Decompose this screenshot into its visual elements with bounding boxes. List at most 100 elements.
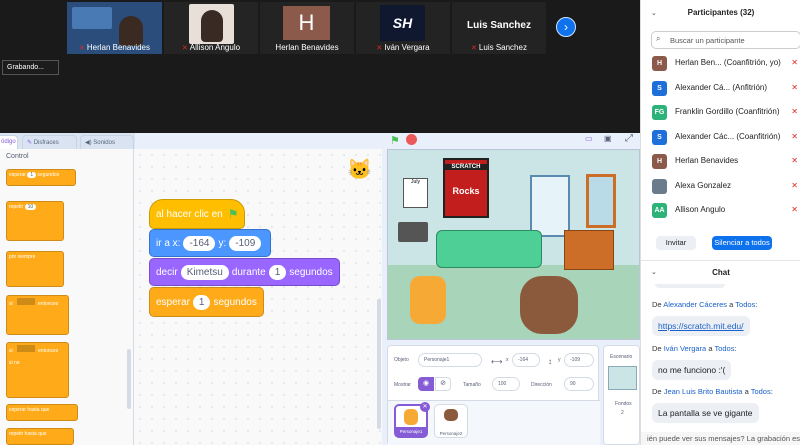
mic-muted-icon[interactable]: ✕ [791, 156, 798, 165]
code-scrollbar[interactable] [377, 299, 381, 429]
stage-thumbnail [608, 366, 637, 390]
category-title: Control [6, 153, 29, 160]
palette-block-if-else[interactable]: si entonces si no [6, 342, 69, 398]
mic-muted-icon[interactable]: ✕ [791, 58, 798, 67]
sprite-tile-1[interactable]: Personaje1 ✕ [394, 402, 430, 438]
show-eye-icon[interactable]: ◉ [418, 377, 434, 391]
avatar: SH [380, 5, 425, 41]
y-arrow-icon: ↕ [548, 357, 552, 366]
direction-field[interactable]: 90 [564, 377, 594, 391]
sprite-name-field[interactable]: Personaje1 [418, 353, 482, 367]
block-palette[interactable]: Control esperar 1 segundos repetir 10 po… [0, 149, 134, 445]
mirror [586, 174, 616, 228]
invite-button[interactable]: Invitar [656, 236, 696, 250]
chat-sender: De Alexander Cáceres a Todos: [652, 300, 758, 309]
small-stage-icon[interactable]: ▭ [585, 134, 593, 143]
palette-block-wait[interactable]: esperar 1 segundos [6, 169, 76, 186]
participant-row[interactable]: FG Franklin Gordillo (Coanfitrión) ✕ [641, 101, 800, 125]
window [530, 175, 570, 237]
participant-row[interactable]: S Alexander Cá... (Anfitrión) ✕ [641, 77, 800, 101]
chat-link[interactable]: https://scratch.mit.edu/ [652, 316, 750, 336]
mic-muted-icon: ✕ [471, 45, 477, 52]
green-flag-icon[interactable]: ⚑ [390, 134, 400, 147]
palette-block-forever[interactable]: por siempre [6, 251, 64, 287]
x-input[interactable]: -164 [183, 235, 216, 251]
chat-prefix: De [652, 300, 662, 309]
avatar: H [652, 56, 667, 71]
block-text: durante [231, 266, 266, 278]
chat-title: Chat [712, 268, 730, 277]
chat-joiner: a [729, 300, 734, 309]
size-field[interactable]: 100 [492, 377, 520, 391]
palette-input: 10 [24, 204, 37, 210]
video-tile-1[interactable]: ✕ Herlan Benavides [67, 2, 162, 54]
calendar-text: July [411, 179, 420, 185]
chat-footer: ién puede ver sus mensajes? La grabación… [641, 432, 800, 445]
message-input[interactable]: Kimetsu [180, 264, 229, 280]
when-flag-clicked-block[interactable]: al hacer clic en ⚑ [149, 199, 246, 229]
participant-search-input[interactable]: Buscar un participante [651, 31, 800, 49]
participant-row[interactable]: Alexa Gonzalez ✕ [641, 175, 800, 199]
video-tile-4[interactable]: SH ✕ Iván Vergara [356, 2, 450, 54]
palette-block-wait-until[interactable]: esperar hasta que [6, 404, 78, 421]
fullscreen-icon[interactable]: ⤢ [625, 133, 633, 144]
tab-sounds[interactable]: ◀) Sonidos [80, 135, 134, 149]
video-name-2: Allison Angulo [189, 43, 241, 52]
mic-muted-icon[interactable]: ✕ [791, 107, 798, 116]
chat-sender: De Jean Luis Brito Bautista a Todos: [652, 387, 773, 396]
participant-name: Alexa Gonzalez [675, 180, 732, 190]
mic-muted-icon[interactable]: ✕ [791, 205, 798, 214]
person-silhouette [119, 16, 143, 46]
palette-text: segundos [37, 172, 60, 178]
go-to-xy-block[interactable]: ir a x: -164 y: -109 [149, 229, 272, 257]
wait-block[interactable]: esperar 1 segundos [149, 287, 264, 317]
recording-indicator: Grabando... [2, 60, 59, 75]
palette-scrollbar[interactable] [127, 349, 131, 409]
x-field[interactable]: -164 [512, 353, 540, 367]
chat-to: Todos [750, 387, 771, 396]
delete-icon[interactable]: ✕ [420, 402, 430, 412]
video-tile-3[interactable]: H Herlan Benavides [260, 2, 354, 54]
say-for-secs-block[interactable]: decir Kimetsu durante 1 segundos [149, 258, 340, 286]
large-stage-icon[interactable]: ▣ [604, 134, 612, 143]
mic-muted-icon[interactable]: ✕ [791, 132, 798, 141]
mic-muted-icon[interactable]: ✕ [791, 83, 798, 92]
stop-icon[interactable] [406, 134, 417, 145]
stage[interactable]: SCRATCH Rocks July [387, 149, 640, 340]
palette-text: repetir [9, 204, 24, 210]
wait-input[interactable]: 1 [192, 294, 211, 310]
mute-all-button[interactable]: Silenciar a todos [712, 236, 772, 250]
next-videos-button[interactable]: › [556, 17, 576, 37]
video-tile-2[interactable]: ✕ Allison Angulo [164, 2, 258, 54]
y-field[interactable]: -109 [564, 353, 594, 367]
participant-row[interactable]: H Herlan Ben... (Coanfitrión, yo) ✕ [641, 52, 800, 76]
tab-code[interactable]: ódigo [0, 135, 18, 149]
cat-sprite[interactable] [410, 276, 446, 324]
tab-sounds-label: Sonidos [93, 140, 115, 146]
video-tile-5[interactable]: Luis Sanchez ✕ Luis Sanchez [452, 2, 546, 54]
mic-muted-icon[interactable]: ✕ [791, 181, 798, 190]
palette-text: si [9, 301, 13, 307]
palette-block-repeat[interactable]: repetir 10 [6, 201, 64, 241]
secs-input[interactable]: 1 [268, 264, 287, 280]
stage-panel[interactable]: Escenario Fondos 2 [603, 345, 640, 445]
sprite-thumbnail-icon: 🐱 [347, 159, 372, 181]
palette-block-repeat-until[interactable]: repetir hasta que [6, 428, 74, 445]
block-text: segundos [289, 266, 333, 278]
x-arrow-icon: ⟷ [491, 357, 503, 366]
participant-row[interactable]: S Alexander Các... (Coanfitrión) ✕ [641, 126, 800, 150]
palette-block-if[interactable]: si entonces [6, 295, 69, 335]
bear-sprite[interactable] [520, 276, 578, 334]
y-input[interactable]: -109 [229, 235, 262, 251]
avatar: FG [652, 105, 667, 120]
sprite-info-panel: Objeto Personaje1 ⟷ x -164 ↕ y -109 Most… [387, 345, 600, 445]
hide-eye-icon[interactable]: ⊘ [435, 377, 451, 391]
stage-header: ⚑ ▭ ▣ ⤢ [382, 133, 640, 149]
participant-row[interactable]: AA Allison Angulo ✕ [641, 199, 800, 223]
block-text: ir a x: [156, 237, 181, 249]
code-area[interactable]: 🐱 al hacer clic en ⚑ ir a x: -164 y: -109 de… [134, 149, 382, 445]
participant-row[interactable]: H Herlan Benavides ✕ [641, 150, 800, 174]
tab-costumes[interactable]: ✎ Disfraces [22, 135, 77, 149]
mic-muted-icon: ✕ [78, 45, 85, 52]
sprite-tile-2[interactable]: Personaje2 [434, 404, 468, 438]
